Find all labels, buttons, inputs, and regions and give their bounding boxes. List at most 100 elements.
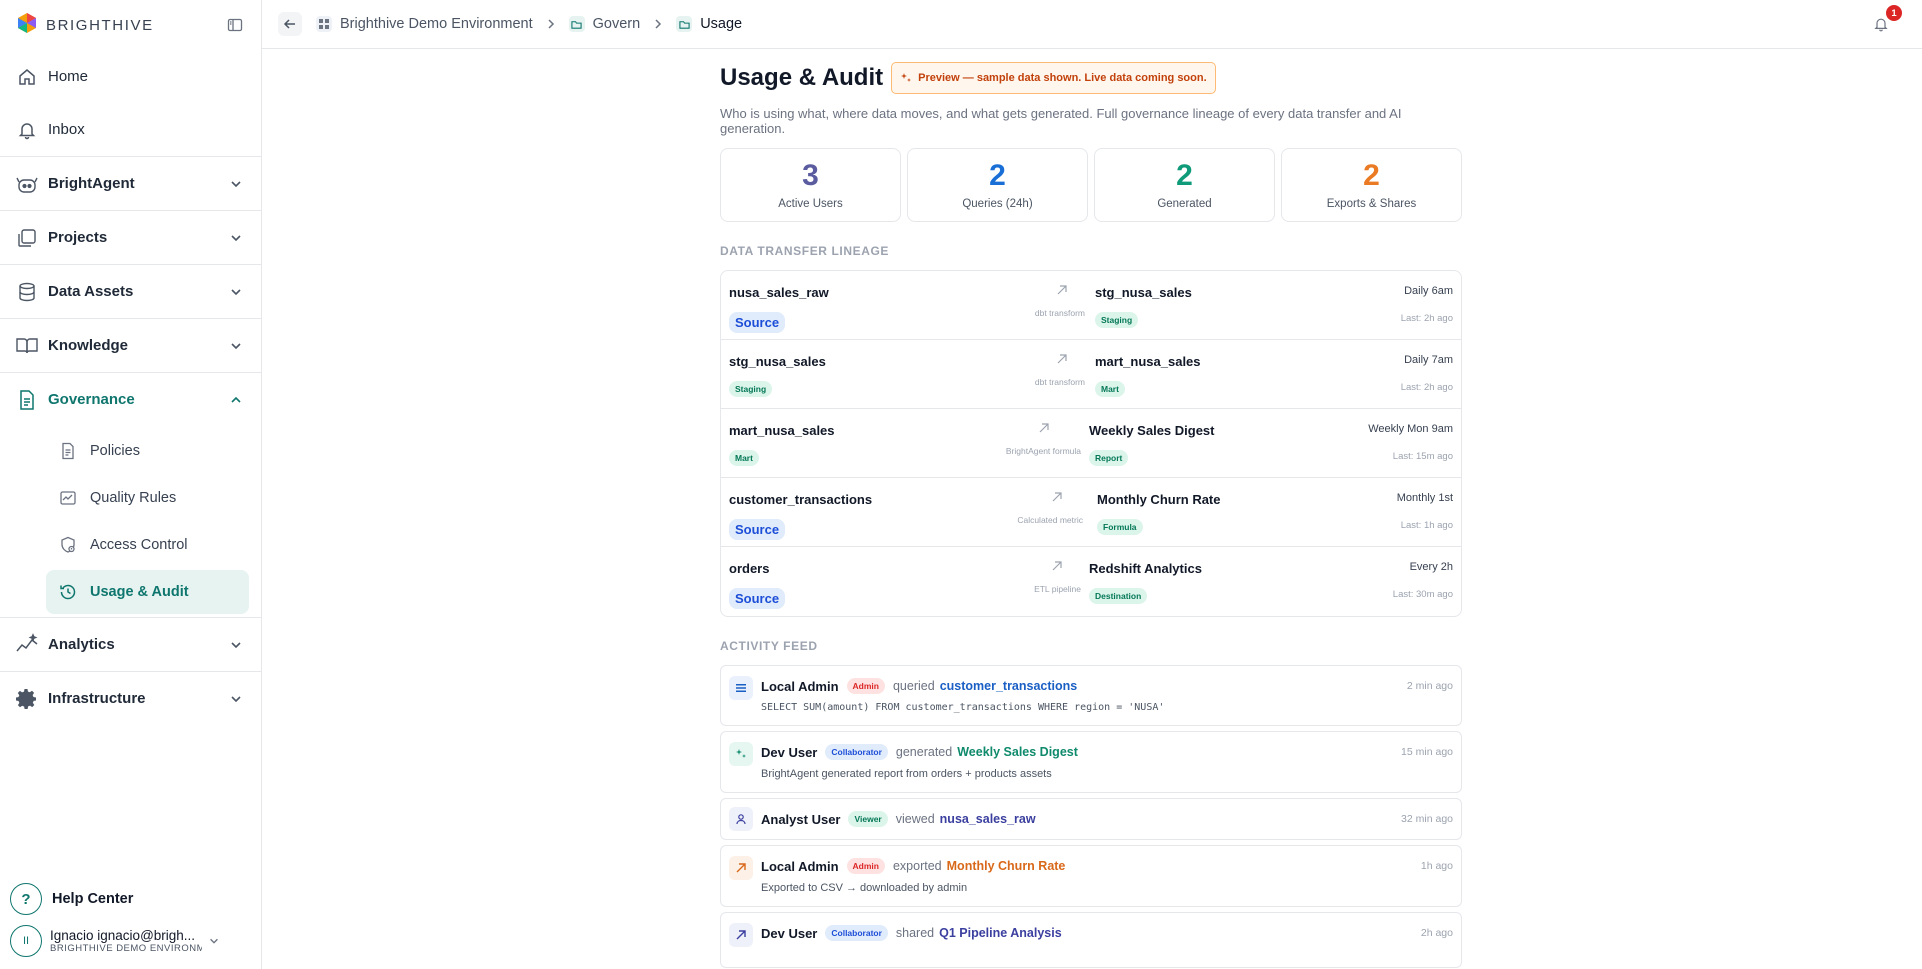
feed-time: 2h ago <box>1420 927 1453 939</box>
preview-text: Preview — sample data shown. Live data c… <box>918 72 1207 84</box>
chevron-down-icon <box>229 339 243 353</box>
user-name: Ignacio ignacio@brigh... <box>50 928 196 943</box>
breadcrumb-govern[interactable]: Govern <box>568 16 641 32</box>
sidebar-subitem-access-control[interactable]: Access Control <box>46 523 249 567</box>
sidebar-item-analytics[interactable]: Analytics <box>0 618 261 671</box>
feed-user: Local Admin <box>761 858 839 874</box>
feed-target-link[interactable]: customer_transactions <box>940 679 1078 693</box>
sidebar-subitem-policies[interactable]: Policies <box>46 429 249 473</box>
feed-user: Dev User <box>761 744 818 760</box>
lineage-target: Redshift Analytics <box>1089 561 1202 576</box>
folder-icon <box>568 16 585 32</box>
lineage-row[interactable]: nusa_sales_raw Source dbt transform stg_… <box>721 271 1461 340</box>
chevron-down-icon <box>208 935 220 947</box>
lineage-last-run: Last: 1h ago <box>1400 520 1453 531</box>
chevron-down-icon <box>229 692 243 706</box>
feed-item[interactable]: Dev User Collaborator shared Q1 Pipeline… <box>720 912 1462 968</box>
breadcrumb-environment[interactable]: Brighthive Demo Environment <box>316 16 533 32</box>
lineage-row[interactable]: stg_nusa_sales Staging dbt transform mar… <box>721 340 1461 409</box>
breadcrumb-label: Govern <box>592 16 641 32</box>
target-tag: Report <box>1089 450 1129 466</box>
sidebar-item-label: Analytics <box>48 636 115 653</box>
help-center-link[interactable]: ? Help Center <box>0 879 261 919</box>
arrow-up-right-icon <box>1038 421 1052 435</box>
chevron-right-icon <box>652 18 664 30</box>
sidebar-item-home[interactable]: Home <box>0 50 261 103</box>
notifications-button[interactable]: 1 <box>1870 5 1902 35</box>
top-bar: Brighthive Demo Environment Govern Usage… <box>262 0 1922 49</box>
robot-icon <box>14 171 40 197</box>
feed-action: generated <box>895 745 953 759</box>
sidebar-item-projects[interactable]: Projects <box>0 211 261 264</box>
feed-item[interactable]: Local Admin Admin exported Monthly Churn… <box>720 845 1462 907</box>
breadcrumb-label: Brighthive Demo Environment <box>340 16 533 32</box>
chevron-down-icon <box>229 285 243 299</box>
book-icon <box>14 333 40 359</box>
arrow-left-icon <box>283 19 295 29</box>
lineage-row[interactable]: customer_transactions Source Calculated … <box>721 478 1461 547</box>
sidebar-subitem-usage-audit[interactable]: Usage & Audit <box>46 570 249 614</box>
lineage-source: customer_transactions <box>729 492 873 507</box>
lineage-row[interactable]: mart_nusa_sales Mart BrightAgent formula… <box>721 409 1461 478</box>
sidebar-item-label: Inbox <box>48 121 85 138</box>
feed-detail: BrightAgent generated report from orders… <box>761 768 1052 780</box>
projects-icon <box>14 225 40 251</box>
lineage-target: Monthly Churn Rate <box>1097 492 1221 507</box>
source-tag: Source <box>729 588 786 609</box>
lineage-last-run: Last: 15m ago <box>1392 451 1453 462</box>
role-badge: Collaborator <box>825 744 888 760</box>
back-button[interactable] <box>278 12 302 36</box>
help-center-label: Help Center <box>52 891 134 907</box>
database-icon <box>14 279 40 305</box>
source-tag: Source <box>729 312 786 333</box>
lineage-target: Weekly Sales Digest <box>1089 423 1215 438</box>
feed-action: exported <box>892 859 942 873</box>
chevron-down-icon <box>229 231 243 245</box>
quality-rules-icon <box>58 488 78 508</box>
brighthive-logo-icon <box>16 12 38 39</box>
sidebar-toggle-icon[interactable] <box>225 15 245 35</box>
bell-icon <box>14 117 40 143</box>
grid-icon <box>316 16 332 32</box>
lineage-source: mart_nusa_sales <box>729 423 835 438</box>
list-icon <box>729 676 753 700</box>
source-tag: Staging <box>729 381 773 397</box>
chevron-right-icon <box>545 18 557 30</box>
feed-item[interactable]: Local Admin Admin queried customer_trans… <box>720 665 1462 726</box>
stat-label: Exports & Shares <box>1326 198 1417 210</box>
feed-target-link[interactable]: nusa_sales_raw <box>940 812 1036 826</box>
user-icon <box>729 807 753 831</box>
feed-target-link[interactable]: Weekly Sales Digest <box>957 745 1078 759</box>
lineage-via: dbt transform <box>1034 308 1085 318</box>
feed-user: Analyst User <box>761 811 841 827</box>
lineage-via: dbt transform <box>1034 377 1085 387</box>
sidebar-item-label: Data Assets <box>48 283 134 300</box>
stat-value: 3 <box>802 159 819 192</box>
sidebar-item-governance[interactable]: Governance <box>0 373 261 426</box>
feed-target-link[interactable]: Q1 Pipeline Analysis <box>939 926 1062 940</box>
user-menu[interactable]: II Ignacio ignacio@brigh... BRIGHTHIVE D… <box>0 919 261 969</box>
sidebar-item-brightagent[interactable]: BrightAgent <box>0 157 261 210</box>
stat-label: Active Users <box>778 198 843 210</box>
feed-user: Dev User <box>761 925 818 941</box>
breadcrumb-label: Usage <box>700 16 743 32</box>
sparkle-icon <box>900 72 912 84</box>
page-title: Usage & Audit <box>720 64 884 91</box>
feed-target-link[interactable]: Monthly Churn Rate <box>947 859 1066 873</box>
sidebar-subitem-label: Access Control <box>90 537 188 553</box>
brand-name: BRIGHTHIVE <box>46 16 154 34</box>
lineage-source: stg_nusa_sales <box>729 354 826 369</box>
feed-item[interactable]: Analyst User Viewer viewed nusa_sales_ra… <box>720 798 1462 840</box>
feed-item[interactable]: Dev User Collaborator generated Weekly S… <box>720 731 1462 793</box>
sidebar-item-knowledge[interactable]: Knowledge <box>0 319 261 372</box>
sidebar-subitem-quality-rules[interactable]: Quality Rules <box>46 476 249 520</box>
sidebar-item-inbox[interactable]: Inbox <box>0 103 261 156</box>
sidebar-item-infrastructure[interactable]: Infrastructure <box>0 672 261 725</box>
lineage-row[interactable]: orders Source ETL pipeline Redshift Anal… <box>721 547 1461 616</box>
stats-row: 3 Active Users 2 Queries (24h) 2 Generat… <box>720 148 1462 222</box>
chevron-down-icon <box>229 638 243 652</box>
lineage-table: nusa_sales_raw Source dbt transform stg_… <box>720 270 1462 617</box>
home-icon <box>14 64 40 90</box>
sidebar-item-data-assets[interactable]: Data Assets <box>0 265 261 318</box>
lineage-last-run: Last: 2h ago <box>1400 313 1453 324</box>
